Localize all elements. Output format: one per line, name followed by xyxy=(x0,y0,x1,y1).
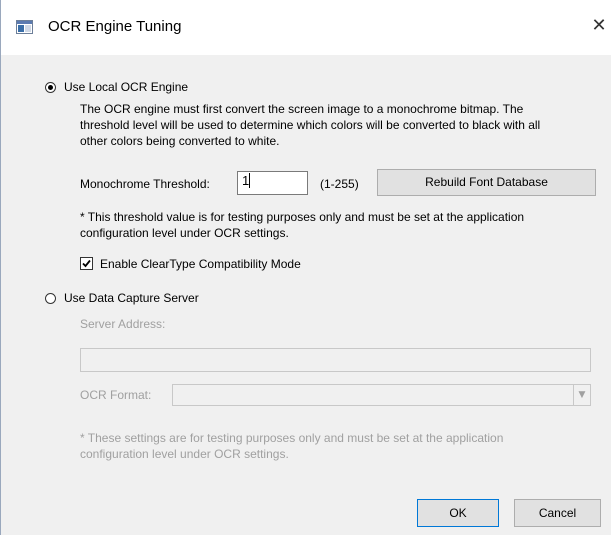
ocr-engine-tuning-dialog: OCR Engine Tuning ✕ Use Local OCR Engine… xyxy=(0,0,611,535)
cancel-button[interactable]: Cancel xyxy=(514,499,601,527)
local-engine-radio[interactable] xyxy=(45,82,56,93)
window-title: OCR Engine Tuning xyxy=(48,18,182,35)
threshold-value: 1 xyxy=(242,173,250,188)
data-capture-radio[interactable] xyxy=(45,293,56,304)
chevron-down-icon[interactable]: ▼ xyxy=(573,385,590,405)
dialog-content: Use Local OCR Engine The OCR engine must… xyxy=(1,55,611,535)
server-address-input[interactable] xyxy=(80,348,591,372)
rebuild-font-database-button[interactable]: Rebuild Font Database xyxy=(377,169,596,196)
cleartype-label[interactable]: Enable ClearType Compatibility Mode xyxy=(100,257,301,271)
server-address-label: Server Address: xyxy=(80,317,166,331)
close-button[interactable]: ✕ xyxy=(587,14,611,38)
ocr-format-select[interactable]: ▼ xyxy=(172,384,591,406)
data-capture-radio-label[interactable]: Use Data Capture Server xyxy=(64,291,199,305)
window-app-icon xyxy=(16,20,33,34)
data-capture-note: * These settings are for testing purpose… xyxy=(80,431,504,461)
close-icon: ✕ xyxy=(591,15,607,36)
cleartype-checkbox[interactable] xyxy=(80,257,93,270)
check-icon xyxy=(82,259,91,268)
threshold-input[interactable]: 1 xyxy=(237,171,308,195)
ok-button[interactable]: OK xyxy=(417,499,499,527)
threshold-note: * This threshold value is for testing pu… xyxy=(80,210,525,240)
threshold-label: Monochrome Threshold: xyxy=(80,177,210,191)
local-engine-description: The OCR engine must first convert the sc… xyxy=(80,102,541,148)
title-bar[interactable]: OCR Engine Tuning ✕ xyxy=(1,0,611,55)
local-engine-radio-label[interactable]: Use Local OCR Engine xyxy=(64,80,188,94)
threshold-range-hint: (1-255) xyxy=(320,177,359,191)
ocr-format-label: OCR Format: xyxy=(80,388,152,402)
text-caret xyxy=(249,173,251,188)
